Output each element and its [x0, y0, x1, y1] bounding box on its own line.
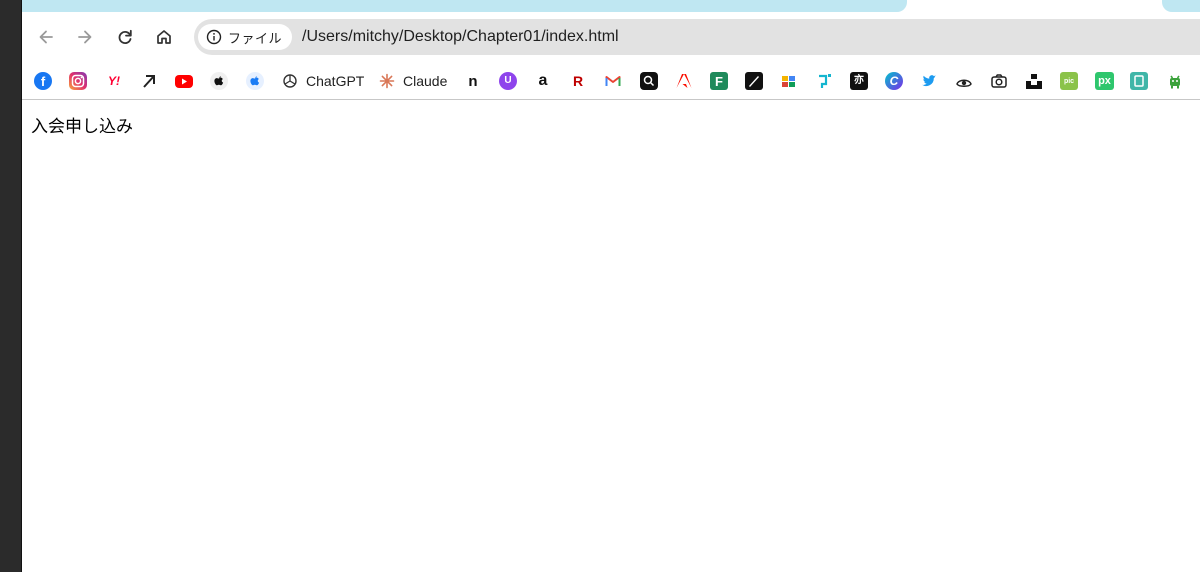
- bookmark-dark-1[interactable]: [640, 69, 658, 93]
- amazon-icon: a: [538, 72, 548, 89]
- site-info-chip[interactable]: ファイル: [198, 24, 293, 50]
- bookmark-youtube[interactable]: [175, 69, 193, 93]
- forward-button[interactable]: [71, 23, 99, 51]
- bookmark-gmail[interactable]: [604, 69, 622, 93]
- bookmark-x[interactable]: [140, 69, 158, 93]
- x-arrow-icon: [140, 72, 158, 90]
- green-robot-icon: [1166, 72, 1184, 90]
- cyan-bracket-icon: [815, 72, 833, 90]
- unsplash-icon: [1025, 72, 1043, 90]
- desktop-edge: [0, 0, 22, 572]
- info-icon: [206, 29, 222, 45]
- bookmark-instagram[interactable]: [69, 69, 87, 93]
- bookmark-apple[interactable]: [210, 69, 228, 93]
- arrow-right-icon: [78, 30, 92, 44]
- bookmark-cyan[interactable]: [815, 69, 833, 93]
- purple-circle-icon: U: [499, 72, 517, 90]
- bookmark-purple[interactable]: U: [499, 69, 517, 93]
- freee-icon: F: [710, 72, 728, 90]
- camera-icon: [990, 72, 1008, 90]
- page-content: 入会申し込み: [22, 101, 1200, 572]
- bookmark-dark-2[interactable]: [745, 69, 763, 93]
- bookmark-chatgpt[interactable]: ChatGPT: [281, 69, 364, 93]
- bookmark-rakuten[interactable]: R: [569, 69, 587, 93]
- bookmark-dark-3[interactable]: 亦: [850, 69, 868, 93]
- page-heading: 入会申し込み: [31, 117, 133, 137]
- apple-blue-icon: [246, 72, 264, 90]
- home-icon: [157, 30, 171, 44]
- toolbar: ファイル /Users/mitchy/Desktop/Chapter01/ind…: [22, 12, 1200, 62]
- bookmark-label: ChatGPT: [306, 73, 365, 89]
- bookmark-facebook[interactable]: f: [34, 69, 52, 93]
- colorful-grid-icon: [780, 72, 798, 90]
- rakuten-icon: R: [572, 73, 584, 89]
- bookmark-green[interactable]: pic: [1060, 69, 1078, 93]
- facebook-icon: f: [34, 72, 52, 90]
- teal-square-icon: [1130, 72, 1148, 90]
- bookmarks-bar: f Y! ChatGPT Claude n U a R F 亦 C pic px: [22, 62, 1200, 100]
- bookmark-camera[interactable]: [990, 69, 1008, 93]
- bookmark-yahoo[interactable]: Y!: [105, 69, 123, 93]
- bookmark-apple-dev[interactable]: [246, 69, 264, 93]
- bookmark-note[interactable]: n: [464, 69, 482, 93]
- site-info-label: ファイル: [228, 30, 283, 46]
- address-bar[interactable]: ファイル /Users/mitchy/Desktop/Chapter01/ind…: [194, 19, 1200, 55]
- back-button[interactable]: [32, 23, 60, 51]
- reload-button[interactable]: [111, 23, 139, 51]
- apple-icon: [210, 72, 228, 90]
- bookmark-colorful[interactable]: [780, 69, 798, 93]
- pen-dark-icon: [745, 72, 763, 90]
- home-button[interactable]: [150, 23, 178, 51]
- tab[interactable]: [1162, 0, 1200, 12]
- yahoo-icon: Y!: [108, 74, 120, 88]
- dark-square-icon: 亦: [850, 72, 868, 90]
- active-tab[interactable]: [22, 0, 907, 12]
- bookmark-freee[interactable]: F: [710, 69, 728, 93]
- search-dark-icon: [640, 72, 658, 90]
- pixabay-icon: px: [1095, 72, 1114, 90]
- bookmark-unsplash[interactable]: [1025, 69, 1043, 93]
- openai-icon: [281, 72, 299, 90]
- bookmark-pixabay[interactable]: px: [1095, 69, 1114, 93]
- claude-sparkle-icon: [378, 72, 396, 90]
- bookmark-twitter[interactable]: [920, 69, 938, 93]
- url-text[interactable]: /Users/mitchy/Desktop/Chapter01/index.ht…: [302, 28, 619, 46]
- bookmark-canva[interactable]: C: [885, 69, 903, 93]
- bookmark-amazon[interactable]: a: [534, 69, 552, 93]
- bookmark-android[interactable]: [1166, 69, 1184, 93]
- youtube-icon: [175, 74, 193, 88]
- adobe-icon: [675, 72, 693, 90]
- bookmark-eye[interactable]: [955, 69, 973, 93]
- canva-icon: C: [885, 72, 903, 90]
- twitter-bird-icon: [920, 72, 938, 90]
- bookmark-claude[interactable]: Claude: [378, 69, 447, 93]
- reload-icon: [118, 29, 132, 44]
- bookmark-adobe[interactable]: [675, 69, 693, 93]
- browser-window: ファイル /Users/mitchy/Desktop/Chapter01/ind…: [22, 0, 1200, 572]
- bookmark-label: Claude: [403, 73, 448, 89]
- green-square-icon: pic: [1060, 72, 1078, 90]
- eye-icon: [955, 72, 973, 90]
- bookmark-teal[interactable]: [1130, 69, 1148, 93]
- instagram-icon: [69, 72, 87, 90]
- gmail-icon: [604, 72, 622, 90]
- arrow-left-icon: [39, 30, 53, 44]
- tab-strip: [22, 0, 1200, 12]
- note-icon: n: [468, 72, 478, 90]
